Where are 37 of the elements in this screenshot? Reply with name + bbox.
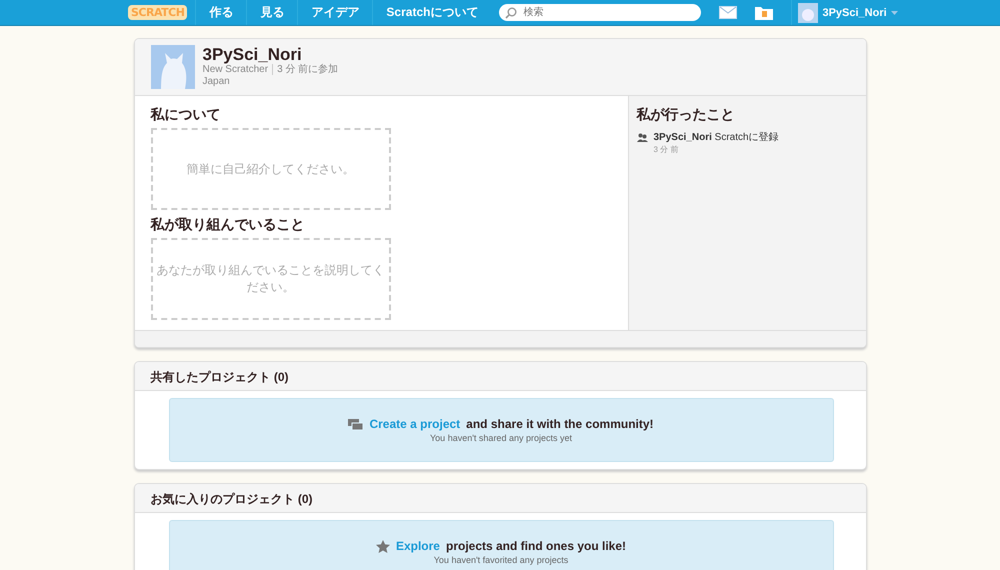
nav-link[interactable]: Scratchについて: [372, 0, 492, 25]
people-icon: [636, 133, 648, 142]
activity-user-link[interactable]: 3PySci_Nori: [654, 132, 712, 143]
caret-icon[interactable]: [890, 10, 898, 14]
empty-state-note: You haven't favorited any projects: [434, 555, 568, 565]
nav-link[interactable]: 作る: [195, 0, 246, 25]
nav-link[interactable]: アイデア: [297, 0, 372, 25]
projects-icon: [348, 418, 364, 430]
panel-title: お気に入りのプロジェクト: [150, 492, 294, 506]
panel-title: 共有したプロジェクト: [150, 370, 270, 384]
avatar-icon[interactable]: [798, 2, 818, 22]
user-location: Japan: [202, 76, 231, 88]
empty-state-text: and share it with the community!: [466, 417, 654, 431]
search-field[interactable]: 検索: [499, 4, 702, 21]
join-time: 3 分 前に参加: [272, 64, 338, 75]
working-on-field[interactable]: あなたが取り組んでいることを説明してください。: [150, 238, 390, 320]
star-icon: [376, 540, 390, 552]
activity-text: Scratchに登録: [714, 132, 779, 143]
user-menu[interactable]: 3PySci_Nori: [822, 6, 887, 18]
project-count: (0): [274, 370, 289, 384]
section-title: 私が取り組んでいること: [150, 216, 306, 234]
section-title: 私について: [150, 106, 222, 124]
bio-field[interactable]: 簡単に自己紹介してください。: [150, 128, 390, 210]
empty-state-text: projects and find ones you like!: [446, 539, 626, 553]
mail-icon[interactable]: [719, 6, 738, 19]
activity-time: 3 分 前: [654, 144, 680, 155]
empty-state-link[interactable]: Create a project: [369, 417, 460, 431]
section-title: 私が行ったこと: [636, 106, 736, 124]
empty-state-note: You haven't shared any projects yet: [430, 433, 572, 443]
project-count: (0): [298, 492, 313, 506]
avatar-icon: [150, 45, 194, 89]
profile-username: 3PySci_Nori: [202, 45, 303, 64]
empty-state-link[interactable]: Explore: [396, 539, 440, 553]
folder-icon[interactable]: [755, 5, 774, 20]
user-status: New Scratcher: [202, 64, 268, 75]
nav-link[interactable]: 見る: [246, 0, 298, 25]
scratch-logo[interactable]: SCRATCH: [128, 5, 188, 20]
